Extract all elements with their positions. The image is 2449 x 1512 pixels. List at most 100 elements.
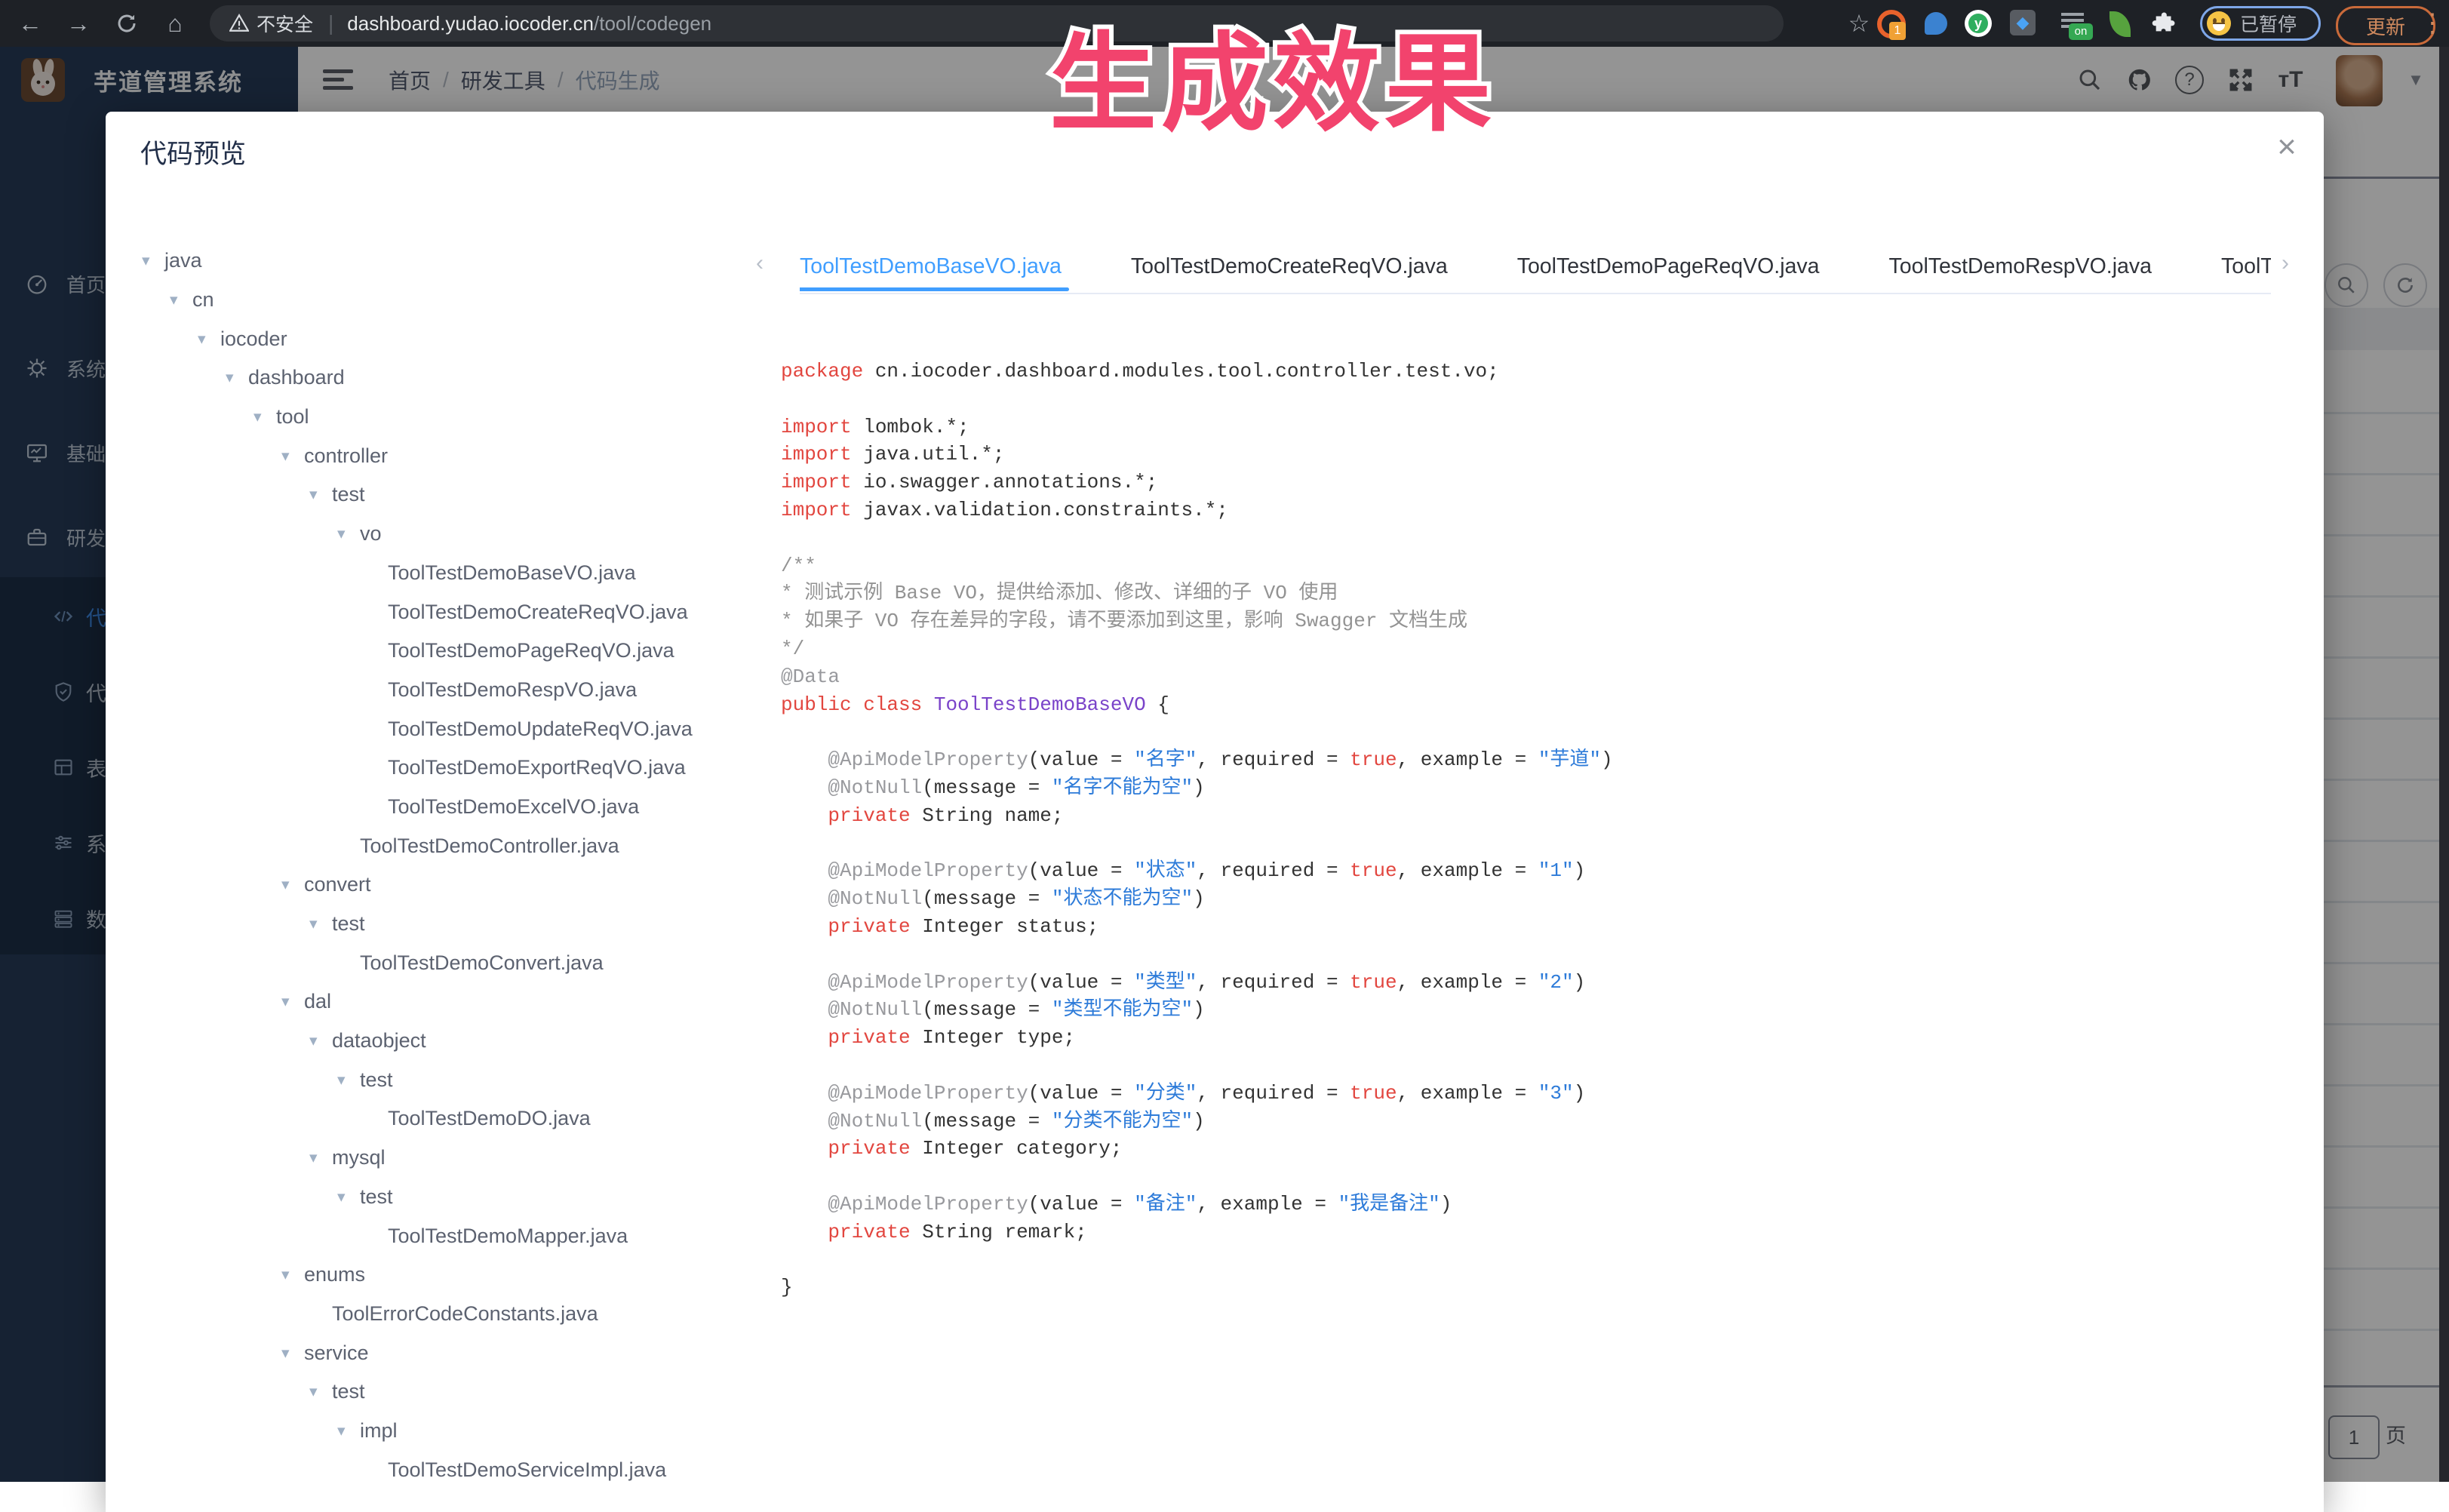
tree-node-label: impl xyxy=(360,1419,398,1443)
tree-node[interactable]: ▾service xyxy=(142,1333,761,1372)
tree-node-label: ToolTestDemoServiceImpl.java xyxy=(388,1458,666,1482)
tree-node[interactable]: ToolTestDemoPageReqVO.java xyxy=(142,632,761,671)
caret-down-icon[interactable]: ▾ xyxy=(281,992,304,1011)
tree-node-label: test xyxy=(360,1185,393,1209)
tree-node-label: ToolTestDemoDO.java xyxy=(388,1107,591,1130)
tree-node-label: ToolTestDemoCreateReqVO.java xyxy=(388,601,688,624)
tree-node-label: dashboard xyxy=(248,366,345,389)
extension-orange-icon[interactable]: 1 xyxy=(1877,10,1904,37)
caret-down-icon[interactable]: ▾ xyxy=(337,1071,360,1089)
divider: | xyxy=(328,11,333,35)
tree-node-label: ToolTestDemoController.java xyxy=(360,834,619,858)
tree-node[interactable]: ▾controller xyxy=(142,436,761,475)
tree-node[interactable]: ToolTestDemoConvert.java xyxy=(142,943,761,982)
tree-node[interactable]: ▾vo xyxy=(142,515,761,554)
tree-node[interactable]: ▾convert xyxy=(142,865,761,905)
caret-down-icon[interactable]: ▾ xyxy=(170,290,192,309)
extension-blue-drop-icon[interactable] xyxy=(1922,10,1950,37)
extensions-puzzle-icon[interactable] xyxy=(2152,10,2179,37)
tree-node[interactable]: ▾enums xyxy=(142,1255,761,1295)
reload-button[interactable] xyxy=(106,0,148,47)
tree-node[interactable]: ToolTestDemoDO.java xyxy=(142,1099,761,1139)
caret-down-icon[interactable]: ▾ xyxy=(337,1188,360,1206)
tab-ToolTestDemoCreateReqVO.java[interactable]: ToolTestDemoCreateReqVO.java xyxy=(1131,244,1448,291)
caret-down-icon[interactable]: ▾ xyxy=(309,1382,332,1401)
browser-menu-icon[interactable]: ⋮ xyxy=(2411,0,2449,47)
tab-ToolTestDemoPageReqVO.java[interactable]: ToolTestDemoPageReqVO.java xyxy=(1517,244,1820,291)
tree-node[interactable]: ToolErrorCodeConstants.java xyxy=(142,1295,761,1334)
extension-list-on-icon[interactable]: on xyxy=(2061,10,2088,37)
tree-node-label: ToolTestDemoBaseVO.java xyxy=(388,561,636,585)
caret-down-icon[interactable]: ▾ xyxy=(309,485,332,504)
tree-node[interactable]: ToolTestDemoServiceImpl.java xyxy=(142,1450,761,1489)
tree-node-label: test xyxy=(332,483,365,506)
caret-down-icon[interactable]: ▾ xyxy=(281,447,304,466)
tree-node[interactable]: ToolTestDemoRespVO.java xyxy=(142,671,761,710)
tree-node-label: test xyxy=(360,1068,393,1092)
security-warning[interactable]: 不安全 xyxy=(229,10,313,37)
tree-node-label: convert xyxy=(304,873,371,896)
bookmark-star-icon[interactable]: ☆ xyxy=(1838,0,1880,47)
caret-down-icon[interactable]: ▾ xyxy=(337,1421,360,1440)
tree-node-label: ToolTestDemoConvert.java xyxy=(360,951,604,975)
tree-node[interactable]: ToolTestDemoExportReqVO.java xyxy=(142,748,761,788)
tree-node[interactable]: ▾impl xyxy=(142,1412,761,1451)
extension-leaf-icon[interactable] xyxy=(2106,10,2134,37)
caret-down-icon[interactable]: ▾ xyxy=(337,524,360,543)
tree-node[interactable]: ▾test xyxy=(142,905,761,944)
tree-node-label: iocoder xyxy=(220,327,287,351)
tree-node[interactable]: ▾test xyxy=(142,1372,761,1412)
tree-node[interactable]: ▾mysql xyxy=(142,1139,761,1178)
back-button[interactable]: ← xyxy=(9,0,51,47)
tree-node[interactable]: ▾tool xyxy=(142,398,761,437)
tree-node-label: ToolTestDemoUpdateReqVO.java xyxy=(388,718,693,741)
caret-down-icon[interactable]: ▾ xyxy=(309,1148,332,1167)
url-path: /tool/codegen xyxy=(594,12,711,35)
caret-down-icon[interactable]: ▾ xyxy=(281,1344,304,1363)
extension-diamond-icon[interactable]: ◆ xyxy=(2010,10,2037,37)
tab-ToolTe[interactable]: ToolTe xyxy=(2221,244,2271,291)
caret-down-icon[interactable]: ▾ xyxy=(198,330,220,349)
tree-node-label: test xyxy=(332,1380,365,1403)
caret-down-icon[interactable]: ▾ xyxy=(226,368,248,387)
tree-node[interactable]: ▾test xyxy=(142,1060,761,1099)
annotation-text: 生成效果 xyxy=(1049,24,1496,144)
tree-node[interactable]: ▾cn xyxy=(142,281,761,320)
caret-down-icon[interactable]: ▾ xyxy=(254,407,276,426)
tree-node[interactable]: ToolTestDemoBaseVO.java xyxy=(142,554,761,593)
tree-node[interactable]: ToolTestDemoCreateReqVO.java xyxy=(142,592,761,632)
caret-down-icon[interactable]: ▾ xyxy=(309,1031,332,1050)
tree-node[interactable]: ToolTestDemoExcelVO.java xyxy=(142,788,761,827)
tree-node-label: ToolTestDemoPageReqVO.java xyxy=(388,639,674,662)
home-button[interactable]: ⌂ xyxy=(154,0,196,47)
tree-node[interactable]: ▾iocoder xyxy=(142,319,761,358)
tree-node-label: vo xyxy=(360,522,382,545)
tree-node-label: controller xyxy=(304,444,388,468)
tree-node[interactable]: ▾dashboard xyxy=(142,358,761,398)
tree-node[interactable]: ▾java xyxy=(142,241,761,281)
tree-node[interactable]: ▾dal xyxy=(142,982,761,1022)
close-icon[interactable]: × xyxy=(2268,128,2306,166)
tab-next-icon[interactable]: › xyxy=(2282,250,2289,276)
tab-ToolTestDemoBaseVO.java[interactable]: ToolTestDemoBaseVO.java xyxy=(800,244,1062,291)
tree-node-label: ToolTestDemoExcelVO.java xyxy=(388,795,639,819)
tree-node[interactable]: ToolTestDemoController.java xyxy=(142,826,761,865)
forward-button[interactable]: → xyxy=(57,0,100,47)
tree-node[interactable]: ToolTestDemoUpdateReqVO.java xyxy=(142,709,761,748)
caret-down-icon[interactable]: ▾ xyxy=(281,1265,304,1284)
tree-node-label: dataobject xyxy=(332,1029,426,1053)
caret-down-icon[interactable]: ▾ xyxy=(281,875,304,894)
extension-green-circle-icon[interactable]: y xyxy=(1965,10,1992,37)
warning-icon xyxy=(229,14,249,33)
tree-node-label: ToolTestDemoRespVO.java xyxy=(388,678,637,702)
paused-extension-pill[interactable]: 已暂停 xyxy=(2200,6,2321,41)
tree-node[interactable]: ▾test xyxy=(142,1178,761,1217)
tree-node[interactable]: ▾test xyxy=(142,475,761,515)
code-preview-dialog: 代码预览 × ▾java▾cn▾iocoder▾dashboard▾tool▾c… xyxy=(106,112,2324,1512)
caret-down-icon[interactable]: ▾ xyxy=(309,914,332,933)
tree-node[interactable]: ▾dataobject xyxy=(142,1022,761,1061)
caret-down-icon[interactable]: ▾ xyxy=(142,251,164,270)
tree-node[interactable]: ToolTestDemoMapper.java xyxy=(142,1216,761,1255)
tab-ToolTestDemoRespVO.java[interactable]: ToolTestDemoRespVO.java xyxy=(1889,244,2152,291)
tab-prev-icon[interactable]: ‹ xyxy=(756,250,764,276)
